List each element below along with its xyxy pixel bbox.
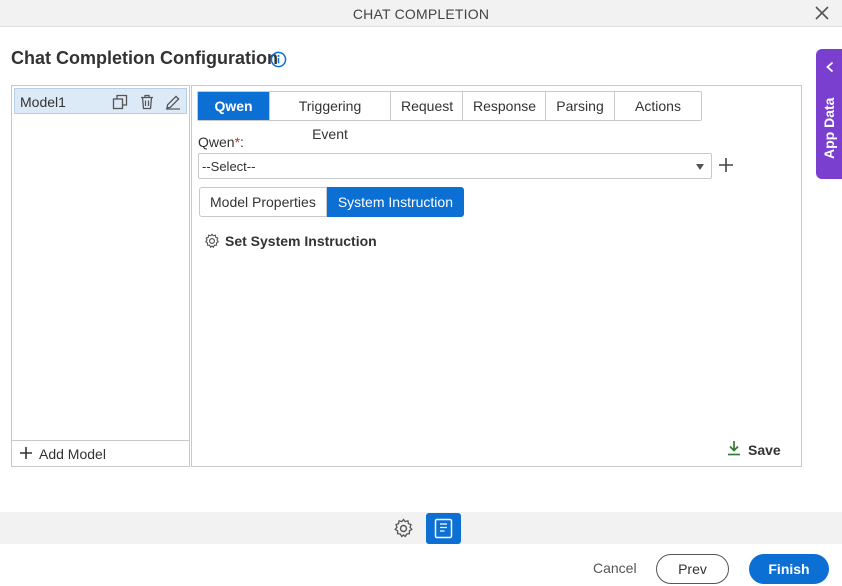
qwen-field-label: Qwen*:	[198, 134, 244, 150]
plus-icon	[20, 447, 32, 459]
save-label: Save	[748, 442, 781, 458]
tab-triggering-event[interactable]: Triggering Event	[270, 92, 391, 142]
model-list-panel: Model1 Add Model	[11, 85, 190, 467]
subtab-system-instruction[interactable]: System Instruction	[326, 187, 464, 217]
app-data-side-tab[interactable]: App Data	[816, 49, 842, 179]
qwen-select-value: --Select--	[202, 159, 256, 174]
model-list-item[interactable]: Model1	[14, 88, 187, 114]
finish-button[interactable]: Finish	[749, 554, 829, 584]
window-title: CHAT COMPLETION	[352, 6, 490, 22]
qwen-select[interactable]: --Select--	[198, 153, 712, 179]
info-icon[interactable]	[270, 51, 287, 68]
add-connection-icon[interactable]	[718, 157, 734, 173]
download-icon	[728, 441, 740, 456]
edit-icon[interactable]	[165, 94, 181, 110]
tab-request[interactable]: Request	[391, 92, 463, 120]
subtab-bar: Model Properties System Instruction	[199, 187, 464, 217]
app-data-label: App Data	[821, 97, 837, 159]
tab-qwen[interactable]: Qwen	[198, 92, 270, 120]
settings-gear-icon[interactable]	[393, 518, 414, 539]
bottom-toolbar	[0, 512, 842, 544]
document-view-button[interactable]	[426, 513, 461, 544]
subtab-model-properties[interactable]: Model Properties	[199, 187, 327, 217]
add-model-label: Add Model	[39, 446, 106, 462]
tab-bar: Qwen Triggering Event Request Response P…	[197, 91, 702, 142]
title-bar: CHAT COMPLETION	[0, 0, 842, 27]
tab-actions[interactable]: Actions	[615, 92, 701, 120]
save-button[interactable]: Save	[726, 440, 786, 458]
prev-button[interactable]: Prev	[656, 554, 729, 584]
delete-icon[interactable]	[139, 94, 155, 110]
set-system-instruction-label: Set System Instruction	[225, 233, 377, 249]
page-title: Chat Completion Configuration	[11, 48, 278, 68]
gear-icon	[204, 233, 220, 249]
chevron-left-icon	[826, 61, 834, 73]
model-name: Model1	[20, 94, 66, 110]
add-model-button[interactable]: Add Model	[12, 440, 189, 466]
close-icon[interactable]	[814, 5, 830, 21]
chevron-down-icon	[696, 164, 704, 170]
config-panel: Qwen Triggering Event Request Response P…	[191, 85, 802, 467]
copy-icon[interactable]	[112, 94, 128, 110]
cancel-button[interactable]: Cancel	[593, 560, 637, 576]
tab-parsing[interactable]: Parsing	[546, 92, 615, 120]
tab-response[interactable]: Response	[463, 92, 546, 120]
document-icon	[434, 518, 453, 539]
